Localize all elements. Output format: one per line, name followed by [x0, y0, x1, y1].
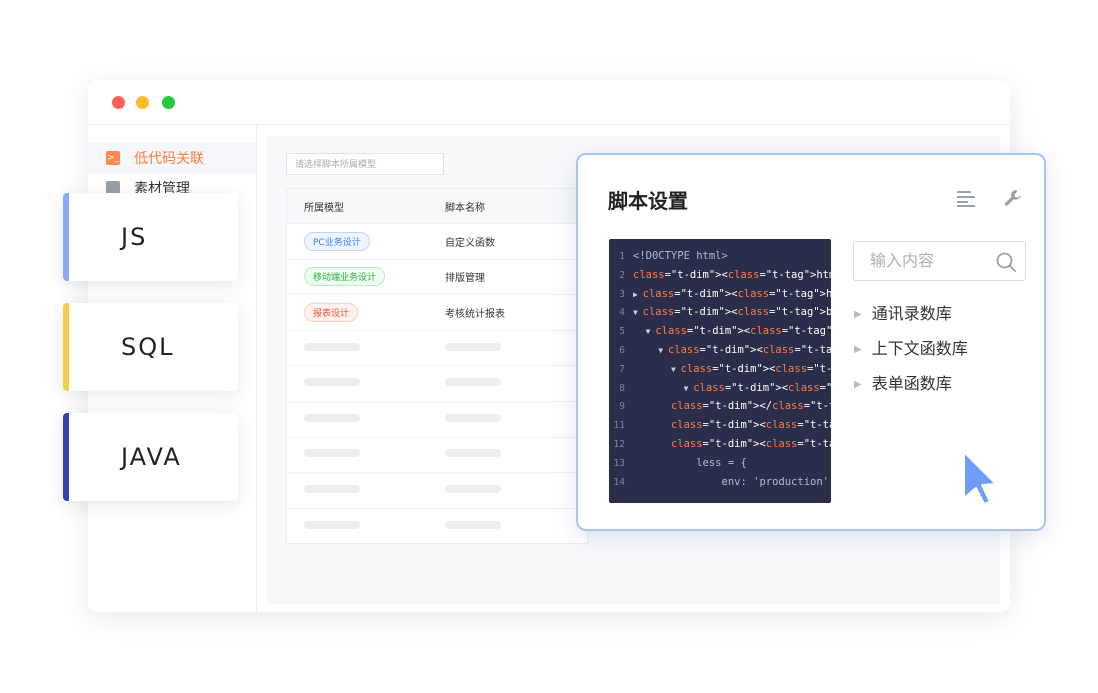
- close-window-button[interactable]: [112, 96, 125, 109]
- caret-right-icon: ▶: [854, 309, 862, 320]
- code-line: 8 ▼ class="t-dim"><class="t-tag">div cla…: [619, 381, 831, 394]
- caret-right-icon: ▶: [854, 379, 862, 390]
- title-bar: [88, 80, 1010, 125]
- model-tag: PC业务设计: [304, 231, 370, 251]
- code-editor[interactable]: 1 <!D0CTYPE html> 2 class="t-dim"><class="…: [609, 239, 831, 503]
- code-line: 2class="t-dim"><class="t-tag">html class…: [619, 268, 831, 281]
- language-card-js[interactable]: JS: [63, 193, 238, 281]
- caret-right-icon: ▶: [854, 344, 862, 355]
- code-line: 1 <!D0CTYPE html>: [619, 250, 728, 262]
- minimize-window-button[interactable]: [136, 96, 149, 109]
- table-row[interactable]: 移动端业务设计 排版管理: [287, 258, 587, 295]
- script-name: 自定义函数: [445, 237, 495, 249]
- code-line: 4▼ class="t-dim"><class="t-tag">body mpa…: [619, 306, 831, 319]
- language-label: JS: [121, 223, 148, 251]
- code-line: 12 class="t-dim"><class="t-tag">script>/…: [613, 437, 831, 450]
- script-table: 所属模型 脚本名称 PC业务设计 自定义函数 移动端业务设计 排版管理 报表设计…: [286, 188, 588, 545]
- table-header: 所属模型 脚本名称: [287, 189, 587, 223]
- wrench-icon[interactable]: [1003, 188, 1023, 208]
- maximize-window-button[interactable]: [162, 96, 175, 109]
- placeholder-row: [287, 436, 587, 473]
- placeholder-row: [287, 365, 587, 401]
- language-label: SQL: [121, 333, 175, 361]
- placeholder-row: [287, 329, 587, 366]
- placeholder-row: [287, 472, 587, 508]
- code-line: 9 class="t-dim"></class="t-tag">div>: [619, 400, 831, 413]
- format-list-icon[interactable]: [956, 189, 976, 207]
- table-row[interactable]: PC业务设计 自定义函数: [287, 223, 587, 259]
- script-name: 排版管理: [445, 273, 485, 285]
- library-item-context[interactable]: ▶ 上下文函数库: [854, 335, 968, 359]
- panel-title: 脚本设置: [608, 189, 688, 213]
- model-select[interactable]: 请选择脚本所属模型: [286, 153, 444, 175]
- language-card-java[interactable]: JAVA: [63, 413, 238, 501]
- column-header-script: 脚本名称: [445, 202, 485, 214]
- sidebar-item-lowcode[interactable]: >_ 低代码关联: [88, 143, 256, 173]
- code-line: 13 less = {: [613, 456, 747, 469]
- code-line: 6 ▼ class="t-dim"><class="t-tag">div cla…: [619, 343, 831, 356]
- placeholder-row: [287, 507, 587, 544]
- sidebar-item-label: 低代码关联: [134, 151, 204, 167]
- code-line: 7 ▼ class="t-dim"><class="t-tag">div cla…: [619, 362, 831, 375]
- library-item-form[interactable]: ▶ 表单函数库: [854, 370, 952, 394]
- cursor-icon: [963, 451, 997, 505]
- model-tag: 移动端业务设计: [304, 267, 386, 287]
- library-search-input[interactable]: 输入内容: [853, 241, 1026, 281]
- language-card-sql[interactable]: SQL: [63, 303, 238, 391]
- search-icon[interactable]: [995, 251, 1017, 273]
- column-header-model: 所属模型: [304, 202, 344, 214]
- code-line: 5 ▼ class="t-dim"><class="t-tag">div cla…: [619, 325, 831, 338]
- language-label: JAVA: [121, 443, 182, 471]
- library-item-contacts[interactable]: ▶ 通讯录数库: [854, 300, 952, 324]
- terminal-icon: >_: [106, 151, 120, 165]
- model-tag: 报表设计: [304, 302, 359, 322]
- code-line: 11 class="t-dim"><class="t-tag">script s…: [613, 419, 831, 432]
- placeholder-row: [287, 400, 587, 437]
- table-row[interactable]: 报表设计 考核统计报表: [287, 294, 587, 330]
- code-line: 14 env: 'production': [613, 475, 829, 488]
- script-name: 考核统计报表: [445, 308, 505, 320]
- code-line: 3▶ class="t-dim"><class="t-tag">head> ..…: [619, 287, 831, 300]
